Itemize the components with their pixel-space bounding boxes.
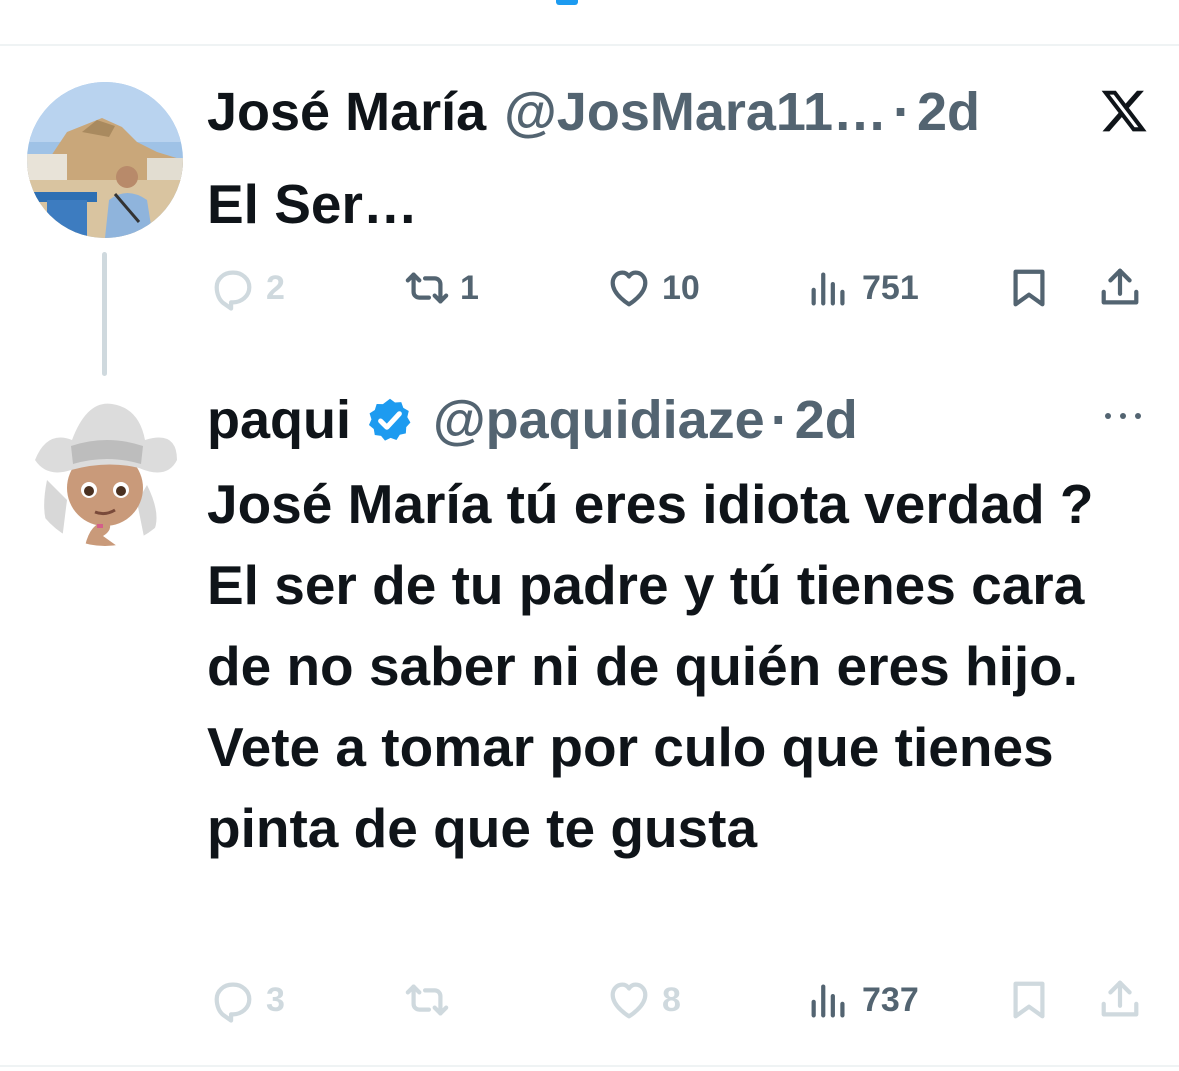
tweet-text: El Ser… bbox=[207, 173, 418, 235]
views-count: 737 bbox=[862, 980, 919, 1019]
bookmark-button[interactable] bbox=[1006, 258, 1052, 318]
views-button[interactable]: 751 bbox=[806, 258, 919, 318]
retweet-button[interactable] bbox=[404, 970, 460, 1030]
like-count: 8 bbox=[662, 980, 681, 1019]
reply-button[interactable]: 3 bbox=[210, 970, 285, 1030]
tweet-header: José María @JosMara11… · 2d bbox=[207, 80, 980, 144]
share-icon bbox=[1101, 980, 1139, 1017]
bookmark-icon bbox=[1013, 269, 1045, 307]
avatar-photo bbox=[27, 82, 183, 238]
divider bbox=[0, 1065, 1179, 1067]
action-bar: 2 1 10 751 bbox=[0, 258, 1179, 318]
tweet-text: José María tú eres idiota verdad ? El se… bbox=[207, 473, 1094, 859]
tweet-header: paqui @paquidiaze · 2d bbox=[207, 388, 858, 452]
separator-dot: · bbox=[770, 390, 789, 450]
avatar[interactable] bbox=[27, 390, 183, 546]
verified-badge-icon bbox=[365, 395, 415, 445]
views-button[interactable]: 737 bbox=[806, 970, 919, 1030]
retweet-count: 1 bbox=[460, 268, 479, 307]
analytics-icon bbox=[811, 984, 845, 1018]
reply-icon bbox=[214, 982, 252, 1023]
reply-count: 2 bbox=[266, 268, 285, 307]
x-logo-icon bbox=[1099, 86, 1149, 136]
author-handle[interactable]: @paquidiaze bbox=[433, 388, 765, 452]
bookmark-button[interactable] bbox=[1006, 970, 1052, 1030]
share-button[interactable] bbox=[1097, 258, 1143, 318]
bookmark-icon bbox=[1013, 981, 1045, 1019]
views-count: 751 bbox=[862, 268, 919, 307]
like-count: 10 bbox=[662, 268, 700, 307]
reply-button[interactable]: 2 bbox=[210, 258, 285, 318]
share-icon bbox=[1101, 268, 1139, 305]
active-tab-indicator bbox=[556, 0, 578, 5]
retweet-icon bbox=[405, 984, 449, 1016]
tweet[interactable]: paqui @paquidiaze · 2d José María tú ere… bbox=[0, 384, 1179, 1064]
reply-icon bbox=[214, 270, 252, 311]
memoji-avatar bbox=[27, 390, 183, 546]
reply-count: 3 bbox=[266, 980, 285, 1019]
retweet-button[interactable]: 1 bbox=[404, 258, 479, 318]
author-name[interactable]: José María bbox=[207, 80, 486, 144]
analytics-icon bbox=[811, 272, 845, 306]
heart-icon bbox=[610, 270, 648, 307]
timestamp[interactable]: 2d bbox=[795, 388, 858, 452]
like-button[interactable]: 10 bbox=[606, 258, 700, 318]
heart-icon bbox=[610, 982, 648, 1019]
separator-dot: · bbox=[893, 82, 911, 142]
share-button[interactable] bbox=[1097, 970, 1143, 1030]
author-name[interactable]: paqui bbox=[207, 388, 351, 452]
avatar[interactable] bbox=[27, 82, 183, 238]
timestamp[interactable]: 2d bbox=[917, 80, 980, 144]
like-button[interactable]: 8 bbox=[606, 970, 681, 1030]
tweet[interactable]: José María @JosMara11… · 2d El Ser… 2 1 … bbox=[0, 44, 1179, 384]
action-bar: 3 8 737 bbox=[0, 970, 1179, 1030]
author-handle[interactable]: @JosMara11… bbox=[504, 80, 887, 144]
more-options-icon[interactable] bbox=[1101, 406, 1145, 426]
retweet-icon bbox=[405, 272, 449, 304]
